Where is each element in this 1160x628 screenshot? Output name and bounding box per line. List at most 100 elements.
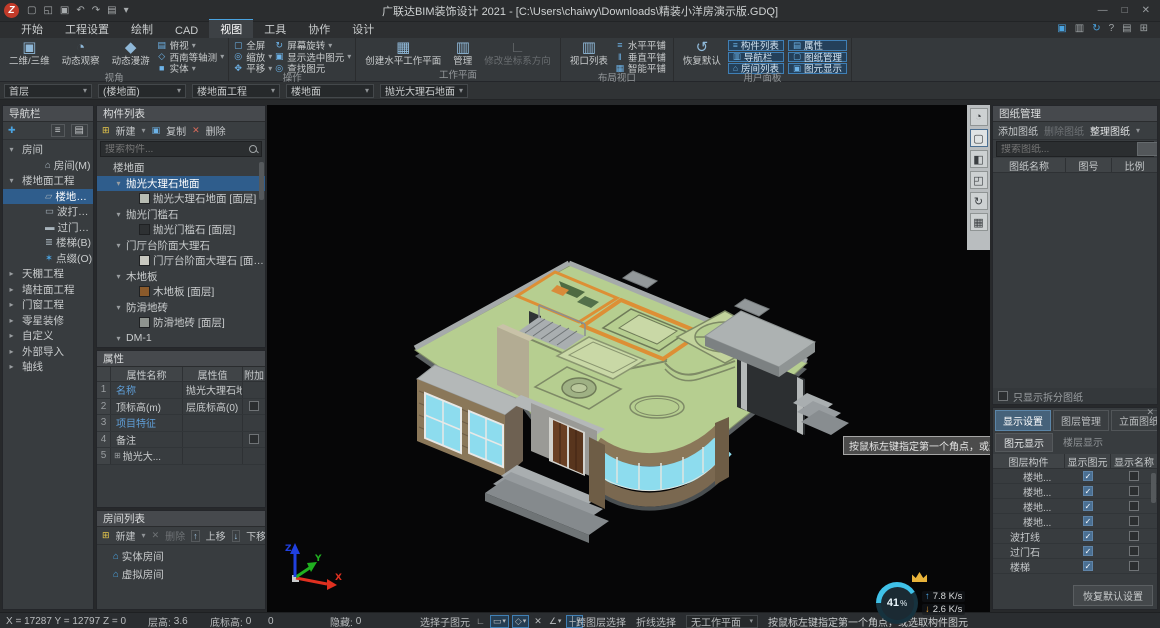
show-element-checkbox[interactable]: ✓ <box>1083 546 1093 556</box>
nav-tree-item[interactable]: ▸天棚工程 <box>3 266 93 282</box>
drawing-table-body[interactable] <box>993 173 1157 388</box>
component-tree-item[interactable]: ▾抛光大理石地面 <box>97 176 265 192</box>
chevron-down-icon[interactable]: ▾ <box>1136 126 1140 135</box>
show-name-checkbox[interactable] <box>1129 516 1139 526</box>
customize-toolbar-icon[interactable]: ▾ <box>124 5 129 16</box>
property-row[interactable]: 1名称抛光大理石地面 <box>97 382 265 399</box>
redo-icon[interactable]: ↷ <box>92 5 100 16</box>
ribbon-small-button[interactable]: ■实体▾ <box>157 63 225 74</box>
nav-tree-item[interactable]: ▸轴线 <box>3 359 93 375</box>
context-dropdown[interactable]: (楼地面)▾ <box>98 84 186 98</box>
component-tree-item[interactable]: 抛光门槛石 [面层] <box>97 222 265 238</box>
display-row[interactable]: 过门石✓ <box>993 544 1157 559</box>
component-tree-item[interactable]: ▾DM-1 <box>97 331 265 347</box>
context-dropdown[interactable]: 楼地面▾ <box>286 84 374 98</box>
context-dropdown[interactable]: 抛光大理石地面▾ <box>380 84 468 98</box>
component-tree-item[interactable]: ▾木地板 <box>97 269 265 285</box>
property-row[interactable]: 4备注 <box>97 432 265 449</box>
viewport-3d[interactable]: X Y Z 按鼠标左键指定第一个角点，或选取构件图元 ◔ ▢ ◧ ◰ ↻ ▦ <box>267 105 990 612</box>
show-name-checkbox[interactable] <box>1129 501 1139 511</box>
display-tab[interactable]: 图层管理 <box>1053 410 1109 431</box>
help-icon[interactable]: ? <box>1109 23 1115 34</box>
component-tree-item[interactable]: ▾门厅台阶面大理石 <box>97 238 265 254</box>
nav-tree-item[interactable]: ✶点缀(O) <box>3 251 93 267</box>
nav-tree-item[interactable]: ≣楼梯(B) <box>3 235 93 251</box>
nav-tree-item[interactable]: ▬过门石(D) <box>3 220 93 236</box>
show-element-checkbox[interactable]: ✓ <box>1083 531 1093 541</box>
ribbon-tab[interactable]: 绘制 <box>120 20 164 38</box>
nav-tree-item[interactable]: ▾楼地面工程 <box>3 173 93 189</box>
save-icon[interactable]: ▣ <box>60 5 69 16</box>
ribbon-tab[interactable]: CAD <box>164 24 209 38</box>
ribbon-small-button[interactable]: ◇西南等轴测▾ <box>157 52 225 63</box>
only-split-checkbox[interactable] <box>998 391 1008 401</box>
message-icon[interactable]: ▣ <box>1057 23 1066 34</box>
nav-tree-item[interactable]: ▭波打线(X) <box>3 204 93 220</box>
cube-view-button[interactable]: ◧ <box>970 150 988 168</box>
drawing-search-button[interactable] <box>1137 142 1158 156</box>
scrollbar-thumb[interactable] <box>1151 473 1156 503</box>
new-file-icon[interactable]: ▢ <box>27 5 36 16</box>
nav-tree-item[interactable]: ▸自定义 <box>3 328 93 344</box>
performance-gauge[interactable]: 41% <box>876 582 918 624</box>
pin-panel-icon[interactable]: ▤ <box>1122 23 1131 34</box>
close-button[interactable]: ✕ <box>1142 5 1150 16</box>
display-row[interactable]: 楼地...✓ <box>993 484 1157 499</box>
show-element-checkbox[interactable]: ✓ <box>1083 501 1093 511</box>
component-tree-item[interactable]: 木地板 [面层] <box>97 284 265 300</box>
minimize-button[interactable]: — <box>1098 5 1108 16</box>
snap-mode-button[interactable]: ◇▾ <box>512 615 529 628</box>
app-logo-icon[interactable]: Z <box>4 3 19 18</box>
maximize-button[interactable]: □ <box>1122 5 1128 16</box>
walkthrough-button[interactable]: ◆动态漫游 <box>107 39 155 67</box>
orbit-tool-button[interactable]: ◔ <box>970 108 988 126</box>
display-tab[interactable]: 显示设置 <box>995 410 1051 431</box>
flat-view-button[interactable]: ▢ <box>970 129 988 147</box>
component-tree-item[interactable]: DM-1 [面层] <box>97 346 265 347</box>
new-component-button[interactable]: 新建 <box>116 123 136 138</box>
delete-room-button[interactable]: 删除 <box>165 528 185 543</box>
2d-3d-button[interactable]: ▣二维/三维 <box>4 39 55 67</box>
grid-view-icon[interactable]: ▤ <box>71 124 88 137</box>
move-down-button[interactable]: 下移 <box>246 528 266 543</box>
nav-tree-item[interactable]: ▸零星装修 <box>3 313 93 329</box>
context-dropdown[interactable]: 首层▾ <box>4 84 92 98</box>
close-icon[interactable]: ✕ <box>1146 407 1154 418</box>
component-tree-item[interactable]: ▾防滑地砖 <box>97 300 265 316</box>
component-tree-item[interactable]: 抛光大理石地面 [面层] <box>97 191 265 207</box>
polyline-select-button[interactable]: 折线选择 <box>636 613 676 628</box>
show-element-checkbox[interactable]: ✓ <box>1083 486 1093 496</box>
context-dropdown[interactable]: 楼地面工程▾ <box>192 84 280 98</box>
create-workplane-button[interactable]: ▦创建水平工作平面 <box>360 39 446 67</box>
display-row[interactable]: 楼地...✓ <box>993 514 1157 529</box>
deselect-icon[interactable]: ✕ <box>532 615 544 628</box>
display-subtab[interactable]: 图元显示 <box>995 433 1053 452</box>
extra-checkbox[interactable] <box>249 401 259 411</box>
orbit-button[interactable]: ◔动态观察 <box>57 39 105 67</box>
nav-tree-item[interactable]: ▸墙柱面工程 <box>3 282 93 298</box>
search-icon[interactable] <box>249 145 257 153</box>
nav-tree-item[interactable]: ▸外部导入 <box>3 344 93 360</box>
nav-tree-item[interactable]: ▾房间 <box>3 142 93 158</box>
nav-tree-item[interactable]: ▱楼地面(F) <box>3 189 93 205</box>
component-tree-item[interactable]: ▾抛光门槛石 <box>97 207 265 223</box>
show-name-checkbox[interactable] <box>1129 531 1139 541</box>
chevron-down-icon[interactable]: ▾ <box>142 531 146 540</box>
expand-icon[interactable]: ⊞ <box>114 451 121 460</box>
nav-tree-item[interactable]: ⌂房间(M) <box>3 158 93 174</box>
component-tree-item[interactable]: 防滑地砖 [面层] <box>97 315 265 331</box>
cube-view2-button[interactable]: ◰ <box>970 171 988 189</box>
open-file-icon[interactable]: ◱ <box>43 5 52 16</box>
show-element-checkbox[interactable]: ✓ <box>1083 471 1093 481</box>
ribbon-tab[interactable]: 工具 <box>253 20 297 38</box>
sync-icon[interactable]: ↻ <box>1092 23 1100 34</box>
panel-toggle-button[interactable]: ⌂房间列表 <box>728 63 784 74</box>
ribbon-tab[interactable]: 开始 <box>10 20 54 38</box>
organize-drawing-button[interactable]: 整理图纸 <box>1090 123 1130 138</box>
delete-component-button[interactable]: 删除 <box>206 123 226 138</box>
ribbon-tab[interactable]: 设计 <box>341 20 385 38</box>
extra-checkbox[interactable] <box>249 434 259 444</box>
component-search-input[interactable] <box>105 144 249 155</box>
ribbon-tab[interactable]: 协作 <box>297 20 341 38</box>
show-element-checkbox[interactable]: ✓ <box>1083 561 1093 571</box>
